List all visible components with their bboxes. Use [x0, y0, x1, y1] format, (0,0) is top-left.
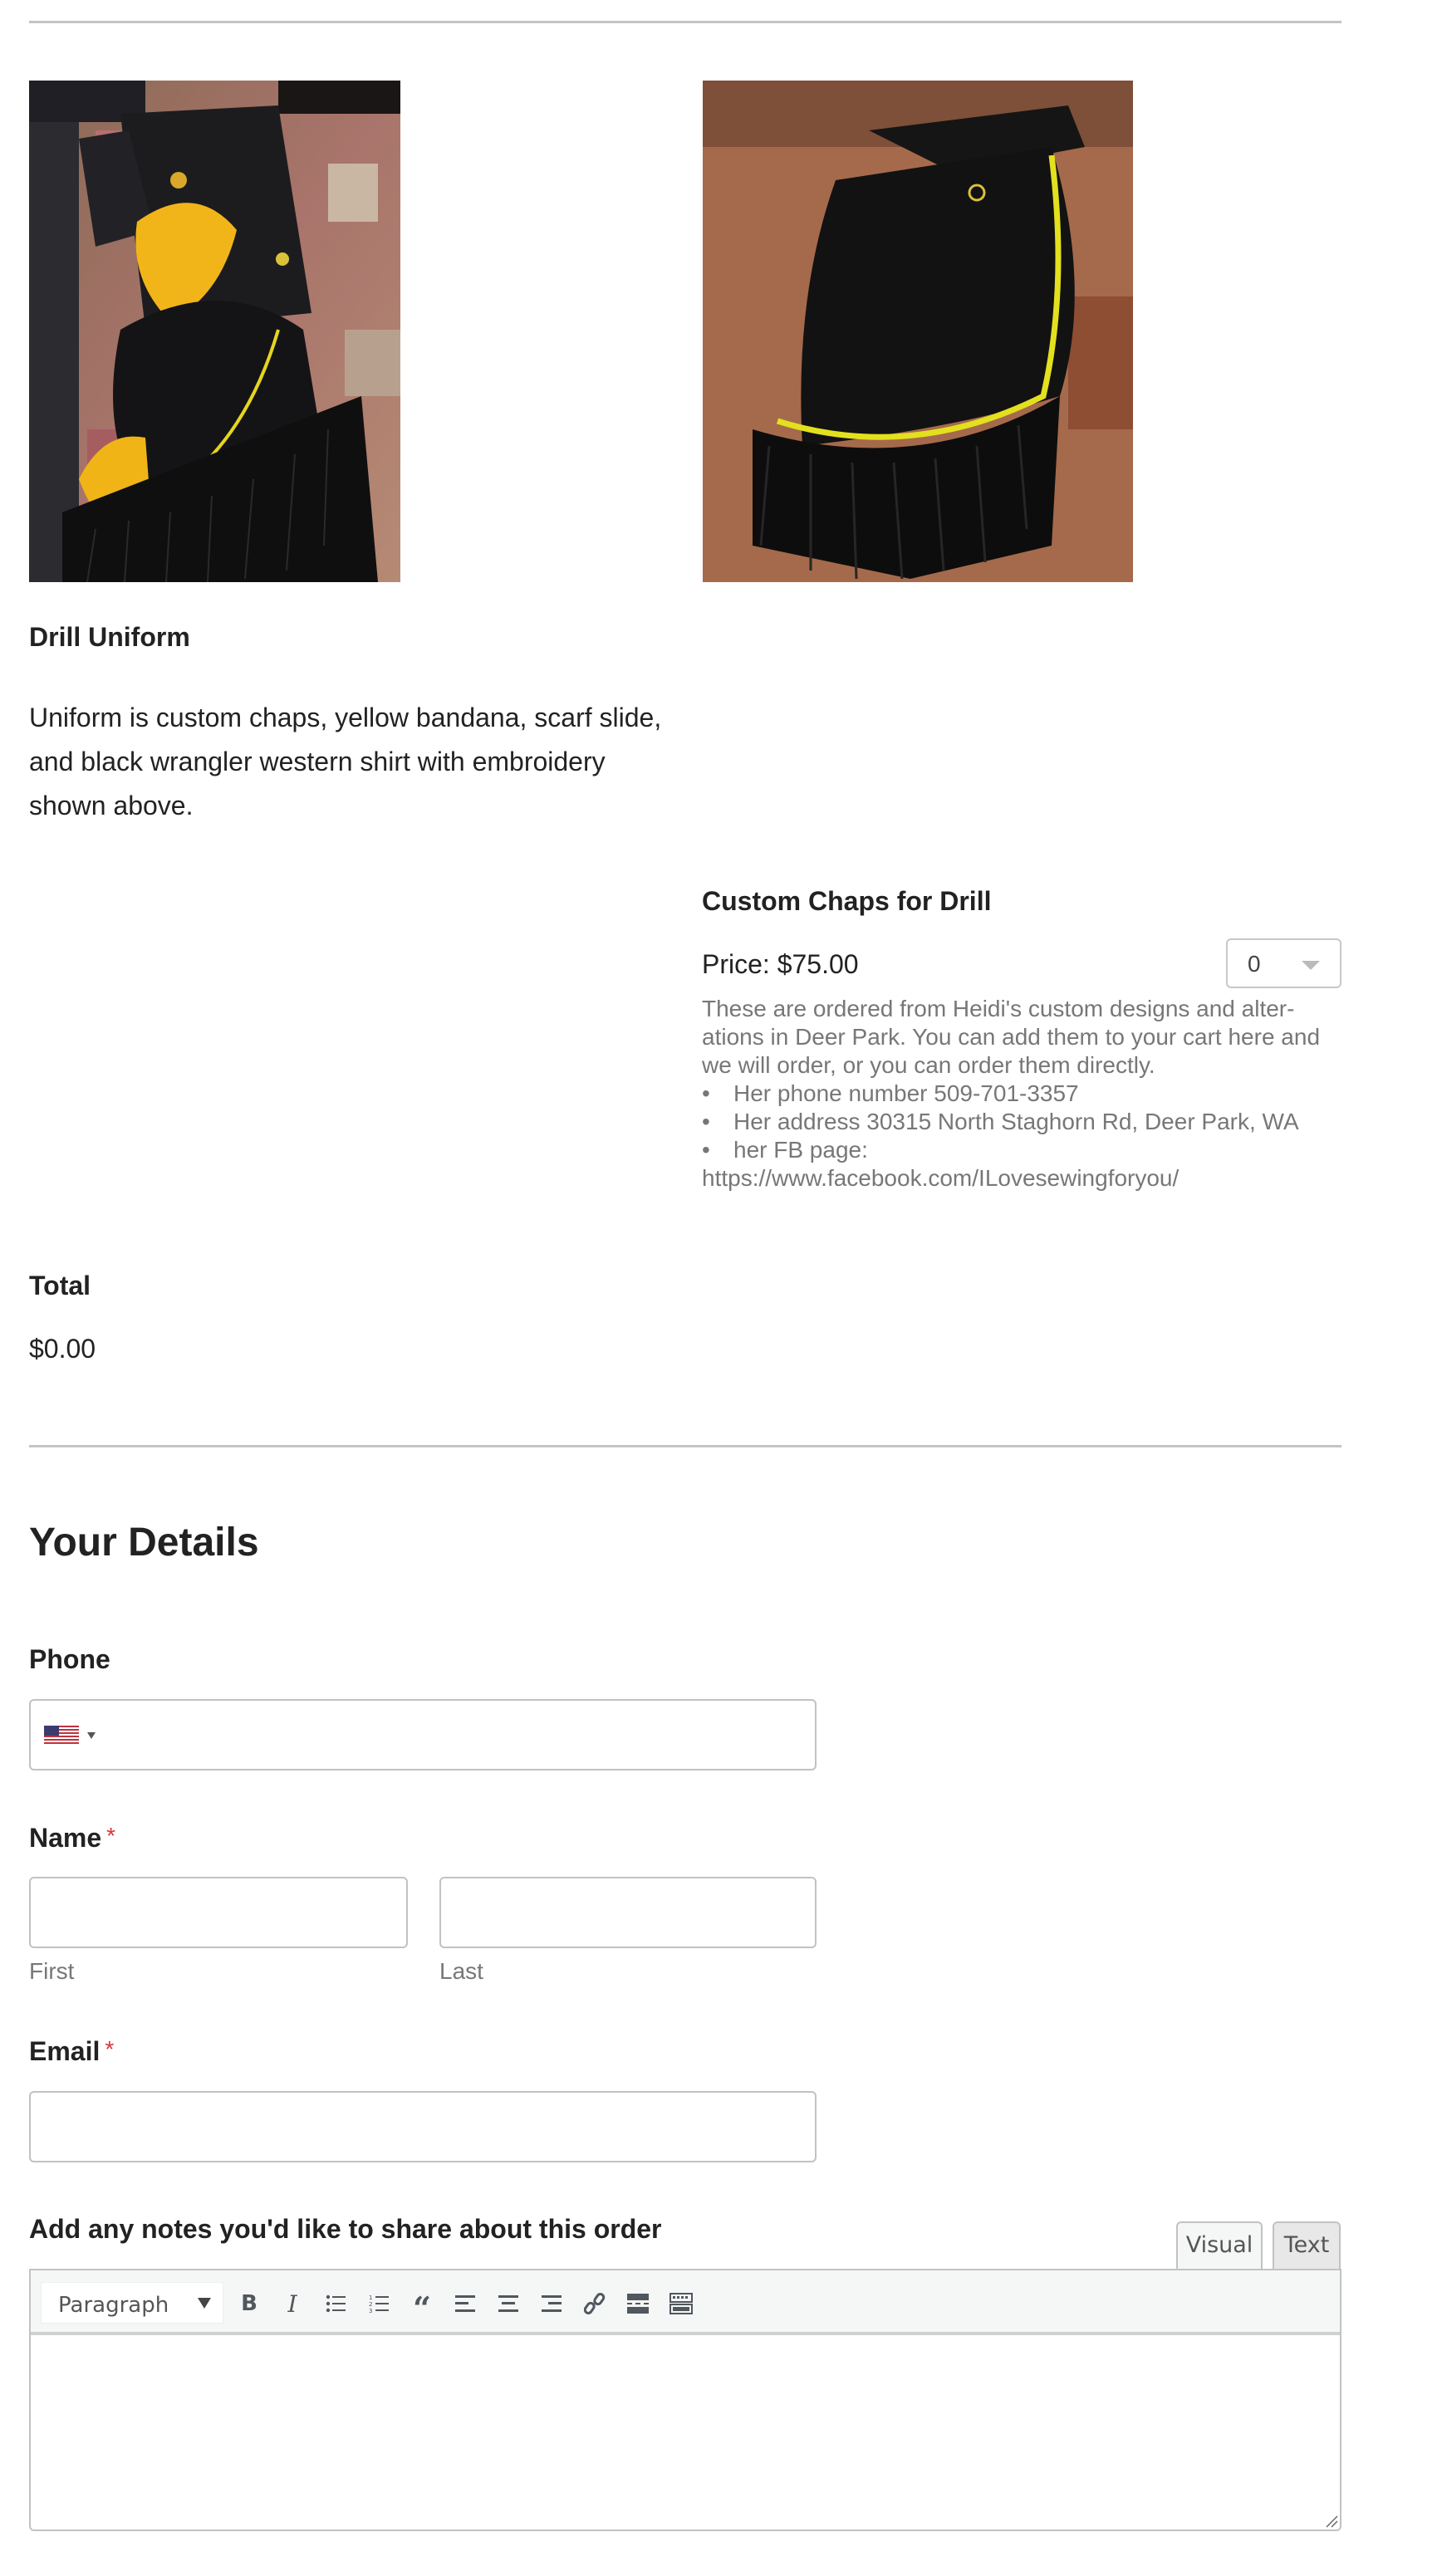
align-right-icon [542, 2295, 562, 2312]
toolbar-toggle-icon [669, 2293, 693, 2314]
country-dropdown-caret-icon [87, 1732, 96, 1739]
contact-fb: her FB page: [702, 1136, 1341, 1164]
email-input[interactable] [29, 2091, 817, 2162]
format-select[interactable]: Paragraph [41, 2282, 223, 2324]
align-center-icon [498, 2295, 518, 2312]
total-value: $0.00 [29, 1334, 96, 1364]
contact-phone: Her phone number 509-701-3357 [702, 1080, 1341, 1108]
first-name-sublabel: First [29, 1958, 75, 1984]
phone-input[interactable] [105, 1701, 812, 1769]
bulleted-list-icon [326, 2294, 346, 2313]
last-name-input[interactable] [439, 1877, 817, 1948]
tab-visual[interactable]: Visual [1176, 2221, 1263, 2273]
top-divider [29, 21, 1341, 23]
blockquote-button[interactable]: “ [405, 2287, 439, 2324]
quantity-value: 0 [1248, 951, 1261, 977]
notes-label: Add any notes you'd like to share about … [29, 2214, 662, 2244]
custom-chaps-description: These are ordered from Heidi's custom de… [702, 995, 1341, 1193]
your-details-heading: Your Details [29, 1521, 259, 1565]
svg-text:1: 1 [369, 2294, 372, 2301]
notes-editor: Paragraph B I 123 “ [29, 2269, 1341, 2531]
custom-chaps-image [703, 81, 1133, 582]
numbered-list-icon: 123 [369, 2294, 389, 2313]
email-label-text: Email [29, 2036, 101, 2066]
first-name-input[interactable] [29, 1877, 408, 1948]
drill-uniform-image [29, 81, 400, 582]
drill-uniform-title: Drill Uniform [29, 622, 190, 652]
section-divider [29, 1445, 1341, 1447]
total-label: Total [29, 1271, 91, 1300]
contact-address: Her address 30315 North Staghorn Rd, Dee… [702, 1108, 1341, 1136]
read-more-icon [627, 2294, 649, 2314]
bulleted-list-button[interactable] [319, 2287, 352, 2320]
us-flag-icon [44, 1726, 79, 1746]
fb-page-link[interactable]: https://www.facebook.com/ILovesewingfory… [702, 1164, 1341, 1193]
custom-chaps-price: Price: $75.00 [702, 949, 859, 979]
drill-uniform-description: Uniform is custom chaps, yellow bandana,… [29, 703, 662, 820]
quantity-select[interactable]: 0 [1226, 938, 1341, 988]
blockquote-icon: “ [413, 2290, 431, 2327]
link-icon [584, 2293, 606, 2314]
name-label: Name * [29, 1823, 115, 1854]
last-name-sublabel: Last [439, 1958, 483, 1984]
resize-handle-icon[interactable] [1325, 2515, 1338, 2528]
italic-icon: I [287, 2290, 297, 2318]
custom-chaps-description-text: These are ordered from Heidi's custom de… [702, 996, 1321, 1078]
align-center-button[interactable] [492, 2287, 525, 2320]
svg-text:2: 2 [369, 2301, 372, 2308]
required-marker: * [106, 1823, 116, 1849]
tab-text[interactable]: Text [1273, 2221, 1341, 2270]
read-more-button[interactable] [621, 2287, 655, 2320]
email-label: Email * [29, 2036, 114, 2067]
italic-button[interactable]: I [276, 2287, 309, 2320]
bold-button[interactable]: B [233, 2287, 266, 2320]
align-left-icon [455, 2295, 475, 2312]
custom-chaps-title: Custom Chaps for Drill [702, 886, 992, 916]
phone-label: Phone [29, 1644, 110, 1674]
name-label-text: Name [29, 1823, 102, 1853]
svg-text:3: 3 [369, 2308, 372, 2313]
required-marker: * [105, 2036, 115, 2062]
format-select-value: Paragraph [58, 2293, 169, 2318]
align-right-button[interactable] [535, 2287, 568, 2320]
numbered-list-button[interactable]: 123 [362, 2287, 395, 2320]
toolbar-toggle-button[interactable] [665, 2287, 698, 2320]
link-button[interactable] [578, 2287, 611, 2320]
phone-field[interactable] [29, 1699, 817, 1770]
notes-textarea[interactable] [31, 2338, 1340, 2528]
chevron-down-icon [1302, 961, 1320, 970]
bold-icon: B [241, 2291, 257, 2316]
chevron-down-icon [198, 2298, 211, 2309]
editor-toolbar: Paragraph B I 123 “ [31, 2270, 1340, 2335]
contact-list: Her phone number 509-701-3357 Her addres… [702, 1080, 1341, 1164]
align-left-button[interactable] [449, 2287, 482, 2320]
